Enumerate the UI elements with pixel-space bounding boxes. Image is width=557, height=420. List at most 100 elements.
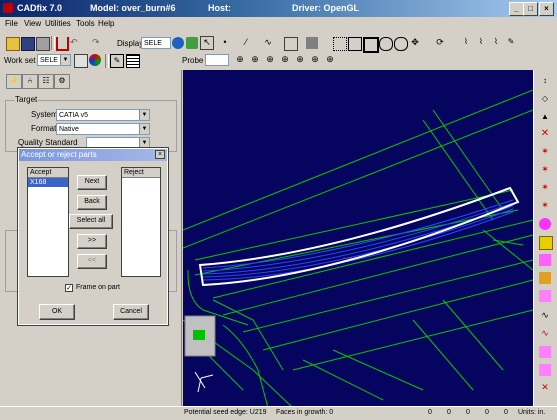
system-select[interactable]: CATIA v5 ▼ [56,109,150,121]
curve-icon[interactable]: ∿ [262,37,274,49]
dialog-close-icon[interactable]: × [155,150,165,159]
cancel-button[interactable]: Cancel [113,304,149,320]
smooth-icon[interactable]: ∿ [539,328,551,340]
dialog-title: Accept or reject parts [21,150,97,159]
back-button[interactable]: Back [77,195,107,210]
surface-icon[interactable] [284,37,298,51]
probe-radius-icon[interactable]: ⊕ [324,54,336,66]
face-icon[interactable] [539,218,551,230]
redo-icon[interactable]: ↷ [92,37,104,49]
menu-file[interactable]: File [5,19,18,28]
move-left-button[interactable]: << [77,254,107,269]
faces-in-growth: Faces in growth: 0 [276,409,334,416]
tab-tree-icon[interactable]: ⑃ [22,74,38,89]
mesh-icon[interactable] [539,346,551,358]
probe-body-icon[interactable]: ⊕ [279,54,291,66]
line-icon[interactable]: ⁄ [240,37,252,49]
wire-icon[interactable]: ∿ [539,310,551,322]
chevron-down-icon: ▼ [60,55,70,65]
brush-icon[interactable]: ✎ [505,37,517,49]
minimize-button[interactable]: _ [509,2,524,16]
tab-lightning-icon[interactable]: ⚡ [6,74,22,89]
model-wireframe: ~~~ [183,89,533,408]
cut-icon[interactable]: ✕ [539,382,551,394]
zoom-in-icon[interactable] [379,37,393,51]
shade-icon[interactable] [172,37,184,49]
rotate-icon[interactable]: ⟳ [434,37,446,49]
accept-list[interactable]: Accept X168 [27,167,69,277]
reject-list[interactable]: Reject [121,167,161,277]
probe-point-icon[interactable]: ⊕ [234,54,246,66]
accept-list-item[interactable]: X168 [28,178,68,187]
probe-field[interactable] [205,54,229,66]
units-label: Units: in. [518,409,546,416]
view-iso-icon[interactable]: ⌇ [490,37,502,49]
split-icon[interactable]: ✶ [539,164,551,176]
body-icon[interactable] [539,254,551,266]
probe-label: Probe [182,56,204,65]
view-top-icon[interactable]: ⌇ [460,37,472,49]
frame-on-part-checkbox[interactable]: ✓ [65,284,73,292]
expand-icon[interactable]: ◇ [539,94,551,106]
probe-distance-icon[interactable]: ⊕ [294,54,306,66]
tab-list-icon[interactable]: ☷ [38,74,54,89]
zoom-window-icon[interactable] [333,37,347,51]
tab-settings-icon[interactable]: ⚙ [54,74,70,89]
solid-icon[interactable] [306,37,318,49]
close-button[interactable]: × [539,2,554,16]
select-all-button[interactable]: Select all [69,214,113,229]
edge-icon[interactable]: ✶ [539,182,551,194]
maximize-button[interactable]: □ [523,2,538,16]
point-icon[interactable]: • [219,37,231,49]
probe-face-icon[interactable]: ⊕ [264,54,276,66]
grid-fix-icon[interactable] [539,290,551,302]
pan-icon[interactable]: ✥ [409,37,421,49]
display-select[interactable]: SELE [141,37,171,49]
dialog-title-bar[interactable]: Accept or reject parts × [19,149,167,161]
print-icon[interactable] [36,37,50,51]
status-bar: Potential seed edge: U219 Faces in growt… [0,406,557,420]
format-label: Format [31,124,57,133]
arrow-up-icon[interactable]: ▲ [539,112,551,124]
workset-label: Work set [4,56,36,65]
render-icon[interactable] [186,37,198,49]
copy-icon[interactable] [74,54,88,68]
display-label: Display [117,39,144,48]
merge-icon[interactable]: ✶ [539,146,551,158]
pin-icon[interactable]: ↕ [539,76,551,88]
fit-icon[interactable] [363,37,379,53]
graphics-viewport[interactable]: ~~~ [183,70,533,408]
view-front-icon[interactable]: ⌇ [475,37,487,49]
zoom-all-icon[interactable] [348,37,362,51]
format-select[interactable]: Native ▼ [56,123,150,135]
heal-icon[interactable]: ✶ [539,200,551,212]
color-icon[interactable] [89,54,101,66]
edit-icon[interactable]: ✎ [110,54,124,68]
menu-tools[interactable]: Tools [76,19,95,28]
menu-view[interactable]: View [24,19,41,28]
pointer-icon[interactable]: ↖ [200,36,214,50]
next-button[interactable]: Next [77,175,107,190]
target-group-title: Target [14,95,39,104]
save-icon[interactable] [21,37,35,51]
open-icon[interactable] [6,37,20,51]
workset-select[interactable]: SELE ▼ [37,54,71,66]
menu-utilities[interactable]: Utilities [45,19,71,28]
ok-button[interactable]: OK [39,304,75,320]
title-bar: CADfix 7.0 Model: over_burn#6 Host: Driv… [0,0,557,17]
zoom-out-icon[interactable] [394,37,408,51]
undo-icon[interactable]: ↶ [70,37,82,49]
solid-yellow-icon[interactable] [539,236,553,250]
grid-icon[interactable] [126,54,140,68]
move-right-button[interactable]: >> [77,234,107,249]
toolbar-separator [51,36,55,50]
counter-1: 0 [428,409,432,416]
probe-angle-icon[interactable]: ⊕ [309,54,321,66]
curve-fix-icon[interactable] [539,272,551,284]
magnet-icon[interactable] [56,37,69,51]
chevron-down-icon: ▼ [139,138,149,148]
delete-icon[interactable]: ✕ [539,128,551,140]
grid2-icon[interactable] [539,364,551,376]
probe-edge-icon[interactable]: ⊕ [249,54,261,66]
menu-help[interactable]: Help [98,19,114,28]
